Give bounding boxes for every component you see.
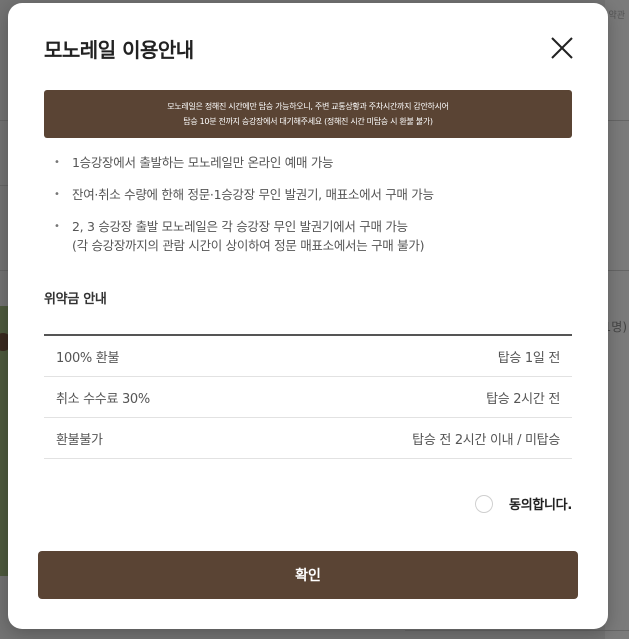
list-item-subtext: (각 승강장까지의 관람 시간이 상이하여 정문 매표소에서는 구매 불가) [72,238,425,253]
list-item-text: 2, 3 승강장 출발 모노레일은 각 승강장 무인 발권기에서 구매 가능 [72,219,408,234]
agree-label[interactable]: 동의합니다. [509,494,572,513]
notice-banner: 모노레일은 정해진 시간에만 탑승 가능하오니, 주변 교통상황과 주차시간까지… [44,90,572,138]
refund-condition: 탑승 1일 전 [497,350,561,366]
agree-radio[interactable] [475,494,494,513]
list-item-text: 1승강장에서 출발하는 모노레일만 온라인 예매 가능 [72,155,334,170]
agree-control[interactable]: 동의합니다. [475,494,572,513]
list-item: 잔여·취소 수량에 한해 정문·1승강장 무인 발권기, 매표소에서 구매 가능 [54,185,584,204]
monorail-info-modal: 모노레일 이용안내 모노레일은 정해진 시간에만 탑승 가능하오니, 주변 교통… [8,3,608,629]
usage-info-list: 1승강장에서 출발하는 모노레일만 온라인 예매 가능 잔여·취소 수량에 한해… [54,153,584,255]
close-icon [551,37,573,59]
table-row: 취소 수수료 30% 탑승 2시간 전 [44,377,572,418]
refund-condition: 탑승 전 2시간 이내 / 미탑승 [412,432,560,448]
refund-label: 취소 수수료 30% [56,391,150,407]
table-row: 100% 환불 탑승 1일 전 [44,336,572,377]
refund-table: 100% 환불 탑승 1일 전 취소 수수료 30% 탑승 2시간 전 환불불가… [44,334,572,459]
background-divider [405,630,629,631]
background-top-label: 약관 [608,11,625,21]
refund-label: 환불불가 [56,432,103,448]
penalty-section-title: 위약금 안내 [44,292,107,307]
notice-line: 탑승 10분 전까지 승강장에서 대기해주세요 (정해진 시간 미탑승 시 환불… [183,117,433,126]
refund-label: 100% 환불 [56,350,120,366]
close-button[interactable] [549,35,575,61]
modal-title: 모노레일 이용안내 [44,38,194,62]
list-item: 2, 3 승강장 출발 모노레일은 각 승강장 무인 발권기에서 구매 가능 (… [54,217,584,255]
notice-line: 모노레일은 정해진 시간에만 탑승 가능하오니, 주변 교통상황과 주차시간까지… [167,102,449,111]
list-item: 1승강장에서 출발하는 모노레일만 온라인 예매 가능 [54,153,584,172]
refund-condition: 탑승 2시간 전 [486,391,560,407]
table-row: 환불불가 탑승 전 2시간 이내 / 미탑승 [44,418,572,459]
list-item-text: 잔여·취소 수량에 한해 정문·1승강장 무인 발권기, 매표소에서 구매 가능 [72,187,434,202]
confirm-button[interactable]: 확인 [38,551,578,599]
